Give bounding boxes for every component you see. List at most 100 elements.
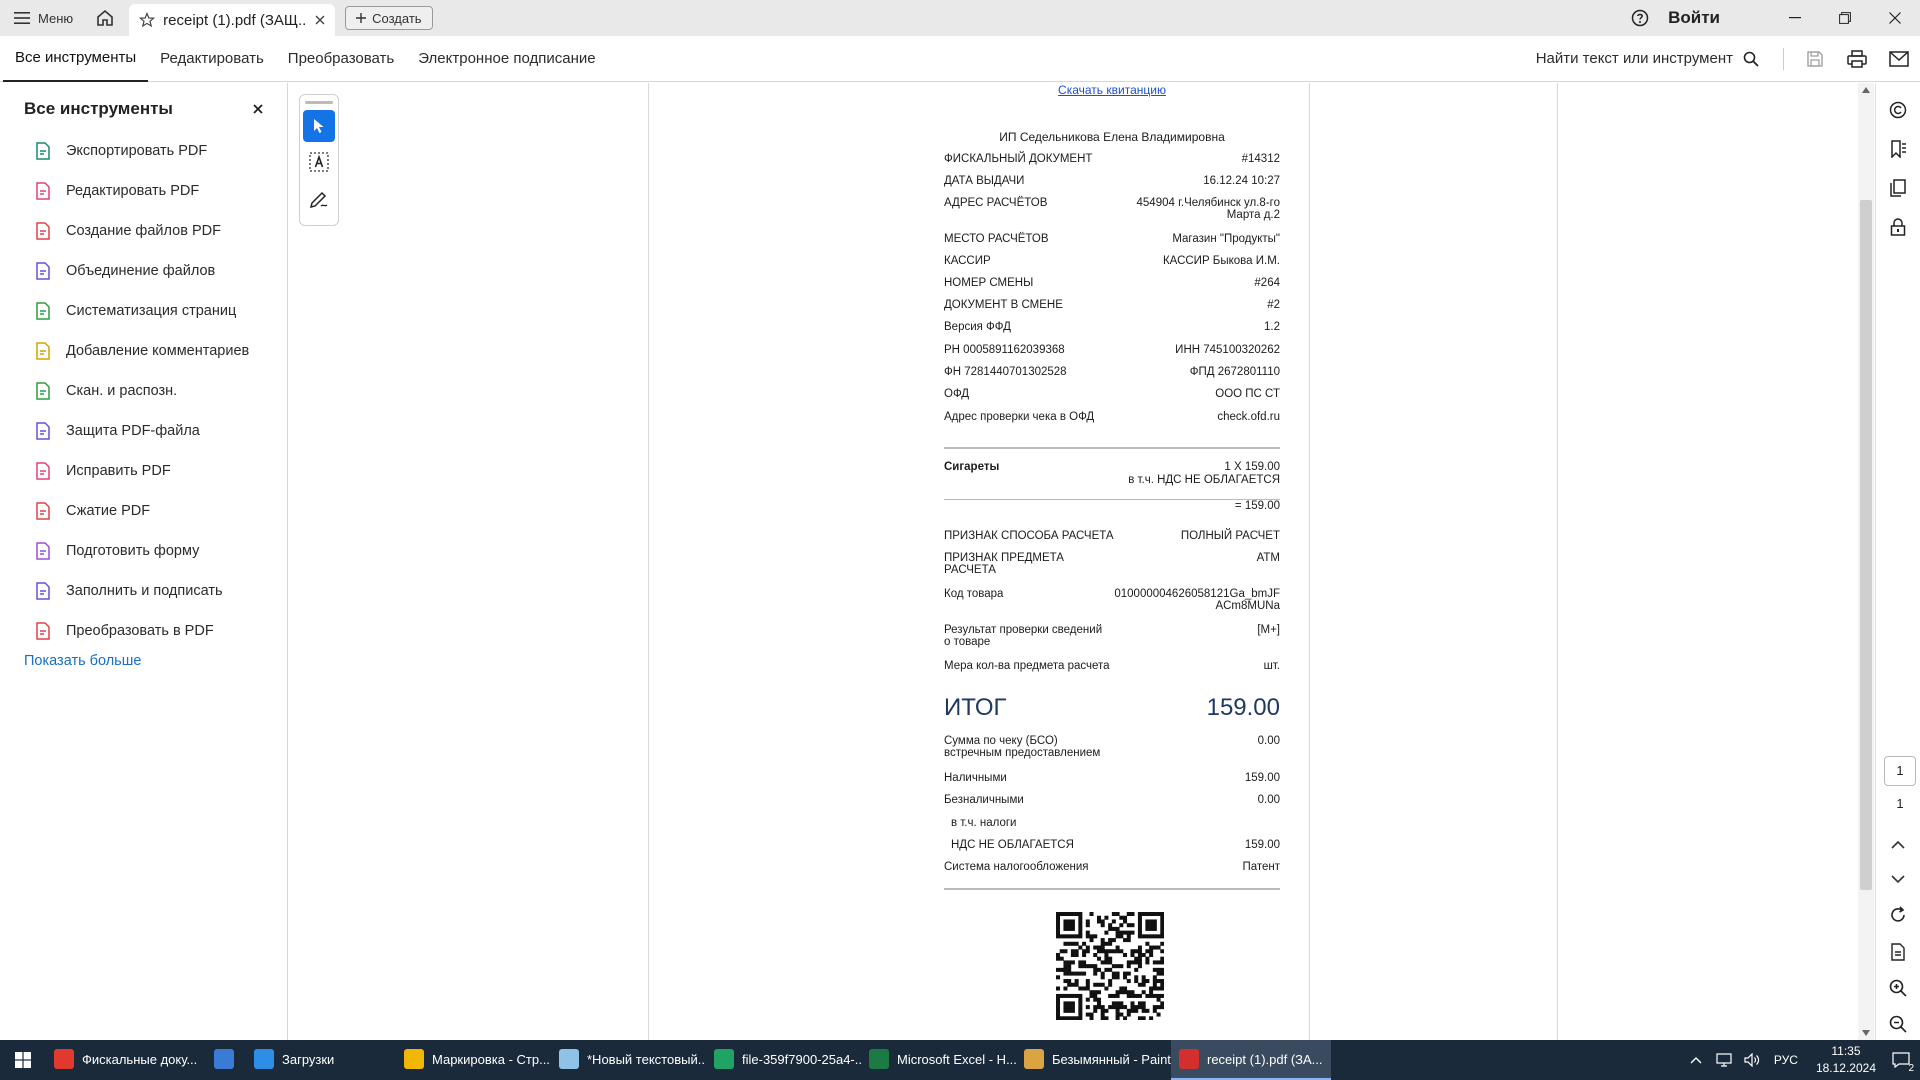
taskbar-app[interactable]: Microsoft Excel - Н... bbox=[861, 1040, 1016, 1080]
receipt-row: Адрес проверки чека в ОФД check.ofd.ru bbox=[944, 411, 1280, 423]
clock-date: 18.12.2024 bbox=[1815, 1061, 1876, 1075]
tab-convert[interactable]: Преобразовать bbox=[276, 36, 406, 82]
page-up-icon[interactable] bbox=[1886, 833, 1910, 857]
lock-icon[interactable] bbox=[1886, 215, 1910, 239]
tool-item[interactable]: Редактировать PDF bbox=[0, 171, 287, 211]
scroll-down-icon[interactable] bbox=[1862, 1030, 1870, 1036]
receipt-row-label: Код товара bbox=[944, 588, 1004, 600]
tool-item[interactable]: Создание файлов PDF bbox=[0, 211, 287, 251]
receipt-row-label: в т.ч. налоги bbox=[951, 817, 1017, 829]
receipt-page: Скачать квитанцию ИП Седельникова Елена … bbox=[944, 83, 1280, 1040]
document-tab[interactable]: receipt (1).pdf (ЗАЩ... bbox=[129, 4, 336, 36]
save-icon bbox=[1806, 50, 1824, 68]
receipt-row-value: 454904 г.Челябинск ул.8-го Марта д.2 bbox=[1136, 197, 1280, 221]
text-select-icon bbox=[309, 152, 329, 172]
taskbar-app[interactable]: *Новый текстовый... bbox=[551, 1040, 706, 1080]
draw-tool[interactable] bbox=[303, 182, 335, 214]
tab-edit[interactable]: Редактировать bbox=[148, 36, 276, 82]
download-receipt-link[interactable]: Скачать квитанцию bbox=[944, 83, 1280, 97]
tool-item[interactable]: Подготовить форму bbox=[0, 531, 287, 571]
tab-e-sign[interactable]: Электронное подписание bbox=[406, 36, 607, 82]
taskbar-app[interactable]: Фискальные доку... bbox=[46, 1040, 206, 1080]
receipt-row-label: ФИСКАЛЬНЫЙ ДОКУМЕНТ bbox=[944, 153, 1093, 165]
clock-time: 11:35 bbox=[1831, 1044, 1861, 1058]
hamburger-icon bbox=[14, 11, 30, 25]
receipt-row-value: АТМ bbox=[1256, 552, 1280, 564]
tool-item-label: Редактировать PDF bbox=[66, 183, 200, 199]
receipt-row: РН 0005891162039368 ИНН 745100320262 bbox=[944, 344, 1280, 356]
star-icon[interactable] bbox=[139, 12, 156, 28]
tool-item-label: Подготовить форму bbox=[66, 543, 200, 559]
tool-item[interactable]: Экспортировать PDF bbox=[0, 131, 287, 171]
taskbar-app-label: Загрузки bbox=[282, 1051, 335, 1067]
taskbar-app[interactable] bbox=[206, 1040, 246, 1080]
taskbar-app-label: Microsoft Excel - Н... bbox=[897, 1051, 1016, 1067]
minimize-button[interactable] bbox=[1770, 0, 1820, 36]
select-tool[interactable] bbox=[303, 110, 335, 142]
taskbar-app[interactable]: file-359f7900-25a4-... bbox=[706, 1040, 861, 1080]
tray-chevron-icon[interactable] bbox=[1690, 1056, 1702, 1064]
clock[interactable]: 11:35 18.12.2024 bbox=[1816, 1043, 1876, 1077]
page-number-input[interactable]: 1 bbox=[1884, 756, 1916, 786]
tool-item[interactable]: Защита PDF-файла bbox=[0, 411, 287, 451]
show-more-link[interactable]: Показать больше bbox=[0, 653, 287, 669]
taskbar-app[interactable]: Безымянный - Paint bbox=[1016, 1040, 1171, 1080]
language-indicator[interactable]: РУС bbox=[1774, 1053, 1798, 1067]
tool-item[interactable]: Добавление комментариев bbox=[0, 331, 287, 371]
scroll-up-icon[interactable] bbox=[1862, 87, 1870, 93]
home-button[interactable] bbox=[87, 0, 123, 36]
receipt-row: НДС НЕ ОБЛАГАЕТСЯ 159.00 bbox=[944, 839, 1280, 851]
chrome-icon bbox=[404, 1049, 424, 1069]
bookmark-icon[interactable] bbox=[1886, 137, 1910, 161]
receipt-row: ОФД ООО ПС СТ bbox=[944, 388, 1280, 400]
network-icon[interactable] bbox=[1716, 1053, 1732, 1067]
find-text-or-tool[interactable]: Найти текст или инструмент bbox=[1536, 50, 1759, 67]
close-window-button[interactable] bbox=[1870, 0, 1920, 36]
menu-button[interactable]: Меню bbox=[0, 0, 87, 36]
tool-item[interactable]: Систематизация страниц bbox=[0, 291, 287, 331]
notifications-button[interactable]: 2 bbox=[1892, 1052, 1914, 1074]
save-button[interactable] bbox=[1794, 38, 1836, 80]
volume-icon[interactable] bbox=[1744, 1053, 1760, 1067]
receipt-divider bbox=[944, 447, 1280, 449]
receipt-row-value: 159.00 bbox=[1244, 839, 1280, 851]
text-select-tool[interactable] bbox=[303, 146, 335, 178]
close-tab-icon[interactable] bbox=[315, 15, 325, 25]
help-button[interactable] bbox=[1622, 0, 1658, 36]
receipt-row-value: #264 bbox=[1254, 277, 1280, 289]
ai-assistant-icon[interactable] bbox=[1886, 98, 1910, 122]
tab-all-tools[interactable]: Все инструменты bbox=[3, 36, 149, 82]
fit-page-icon[interactable] bbox=[1886, 940, 1910, 964]
page-down-icon[interactable] bbox=[1886, 867, 1910, 891]
zoom-out-icon[interactable] bbox=[1886, 1012, 1910, 1036]
tool-item[interactable]: Преобразовать в PDF bbox=[0, 611, 287, 651]
tool-item-label: Экспортировать PDF bbox=[66, 143, 208, 159]
pages-icon[interactable] bbox=[1886, 176, 1910, 200]
tool-item[interactable]: Заполнить и подписать bbox=[0, 571, 287, 611]
tool-item[interactable]: Исправить PDF bbox=[0, 451, 287, 491]
receipt-row: Результат проверки сведений о товаре [M+] bbox=[944, 624, 1280, 648]
receipt-row-label: Сумма по чеку (БСО) встречным предоставле… bbox=[944, 735, 1101, 759]
close-panel-icon[interactable] bbox=[253, 104, 263, 114]
tool-item[interactable]: Скан. и распозн. bbox=[0, 371, 287, 411]
receipt-row-value: ФПД 2672801110 bbox=[1189, 366, 1280, 378]
share-email-button[interactable] bbox=[1878, 38, 1920, 80]
print-button[interactable] bbox=[1836, 38, 1878, 80]
drag-handle[interactable] bbox=[305, 101, 333, 104]
taskbar-app[interactable]: Маркировка - Стр... bbox=[396, 1040, 551, 1080]
receipt-row-value: #2 bbox=[1267, 299, 1280, 311]
scroll-thumb[interactable] bbox=[1860, 200, 1872, 890]
restore-button[interactable] bbox=[1820, 0, 1870, 36]
taskbar-app[interactable]: receipt (1).pdf (ЗА... bbox=[1171, 1040, 1331, 1080]
zoom-in-icon[interactable] bbox=[1886, 976, 1910, 1000]
taskbar-app[interactable]: Загрузки bbox=[246, 1040, 396, 1080]
create-button[interactable]: Создать bbox=[345, 6, 433, 30]
tool-item[interactable]: Сжатие PDF bbox=[0, 491, 287, 531]
login-button[interactable]: Войти bbox=[1668, 8, 1720, 28]
receipt-row-value: ООО ПС СТ bbox=[1215, 388, 1280, 400]
rotate-icon[interactable] bbox=[1886, 903, 1910, 927]
receipt-row-label: МЕСТО РАСЧЁТОВ bbox=[944, 233, 1049, 245]
edit-pdf-icon bbox=[34, 182, 52, 200]
tool-item[interactable]: Объединение файлов bbox=[0, 251, 287, 291]
start-button[interactable] bbox=[0, 1040, 46, 1080]
